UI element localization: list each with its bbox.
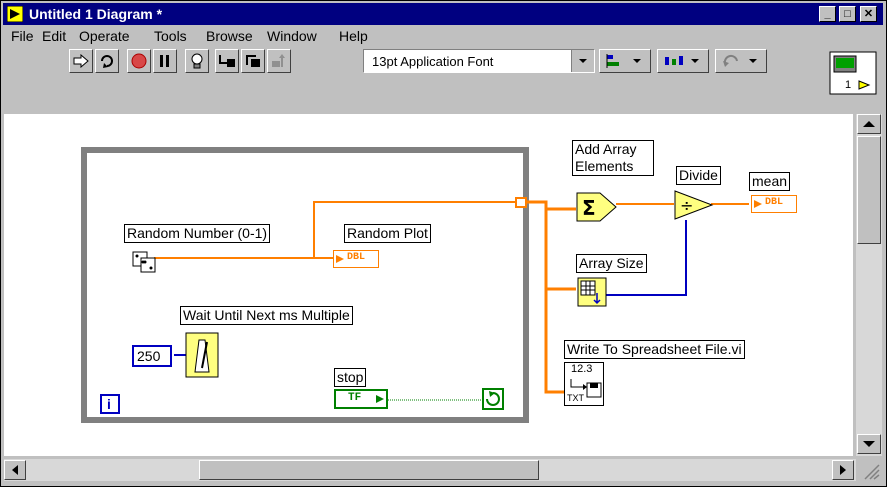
wait-label: Wait Until Next ms Multiple	[180, 306, 353, 325]
maximize-button[interactable]: □	[839, 6, 856, 22]
random-plot-label: Random Plot	[344, 224, 431, 243]
menu-bar: File Edit Operate Tools Browse Window He…	[3, 26, 823, 46]
run-continuously-icon	[101, 55, 113, 68]
random-plot-indicator[interactable]: DBL	[333, 250, 379, 268]
resize-grip-icon[interactable]	[859, 461, 881, 481]
sigma-symbol: Σ	[582, 196, 596, 220]
reorder-button[interactable]	[715, 49, 767, 73]
horizontal-scroll-thumb[interactable]	[199, 460, 539, 480]
vertical-scroll-thumb[interactable]	[857, 136, 881, 244]
scroll-right-button[interactable]	[832, 460, 854, 480]
align-objects-icon	[606, 54, 641, 68]
connector-pane-icon[interactable]: 1	[829, 51, 881, 97]
run-continuously-button[interactable]	[95, 49, 119, 73]
highlight-execution-button[interactable]	[185, 49, 209, 73]
write-format-text: 12.3	[571, 363, 593, 375]
indicator-arrow-icon	[376, 395, 384, 403]
step-over-button[interactable]	[241, 49, 265, 73]
stop-terminal[interactable]: TF	[334, 389, 388, 409]
dice-icon[interactable]	[131, 246, 159, 276]
step-into-button[interactable]	[215, 49, 239, 73]
align-objects-button[interactable]	[599, 49, 651, 73]
menu-tools[interactable]: Tools	[154, 28, 187, 44]
scroll-left-button[interactable]	[4, 460, 26, 480]
stop-type: TF	[348, 392, 362, 404]
mean-label: mean	[749, 172, 791, 191]
menu-window[interactable]: Window	[267, 28, 317, 44]
add-array-label-line1: Add Array	[575, 141, 637, 157]
step-out-icon	[272, 54, 285, 67]
run-arrow-icon	[73, 54, 89, 68]
add-array-label: Add Array Elements	[572, 140, 654, 176]
write-spreadsheet-label: Write To Spreadsheet File.vi	[564, 340, 745, 359]
distribute-objects-icon	[665, 56, 699, 65]
toolbar: 13pt Application Font	[3, 49, 833, 79]
array-size-label: Array Size	[576, 254, 647, 273]
iteration-terminal-label: i	[107, 396, 111, 412]
window-title: Untitled 1 Diagram *	[29, 6, 163, 22]
chevron-down-icon	[571, 50, 594, 72]
vertical-scrollbar[interactable]	[856, 114, 882, 456]
while-loop-border	[81, 147, 529, 423]
pause-button[interactable]	[153, 49, 177, 73]
menu-help[interactable]: Help	[339, 28, 368, 44]
indicator-arrow-icon	[754, 200, 762, 208]
write-spreadsheet-node[interactable]: 12.3 TXT	[564, 362, 604, 406]
add-array-elements-node[interactable]: Σ	[576, 192, 618, 222]
iteration-terminal[interactable]: i	[100, 394, 120, 414]
conditional-terminal[interactable]	[482, 388, 504, 410]
vi-diagram-window: Untitled 1 Diagram * _ □ ✕ File Edit Ope…	[0, 0, 887, 487]
wire-layer	[81, 147, 749, 423]
step-into-icon	[219, 55, 235, 67]
write-txt-text: TXT	[567, 393, 584, 403]
mean-indicator[interactable]: DBL	[751, 195, 797, 213]
abort-icon	[131, 53, 147, 69]
font-selector-value: 13pt Application Font	[372, 54, 494, 69]
divide-label: Divide	[676, 166, 721, 185]
pause-icon	[160, 55, 169, 67]
divide-symbol: ÷	[680, 196, 693, 215]
minimize-button[interactable]: _	[819, 6, 836, 22]
vi-icon	[829, 51, 877, 95]
step-out-button[interactable]	[267, 49, 291, 73]
stop-label: stop	[334, 368, 367, 387]
menu-file[interactable]: File	[11, 28, 34, 44]
mean-type: DBL	[765, 197, 784, 208]
close-button[interactable]: ✕	[860, 6, 877, 22]
step-over-icon	[246, 55, 260, 67]
connector-count: 1	[845, 79, 852, 91]
menu-operate[interactable]: Operate	[79, 28, 130, 44]
vi-diagram-icon	[7, 6, 23, 22]
arrow-left-icon	[12, 465, 18, 475]
run-button[interactable]	[69, 49, 93, 73]
title-bar[interactable]: Untitled 1 Diagram * _ □ ✕	[3, 3, 883, 25]
loop-tunnel	[515, 197, 527, 208]
block-diagram[interactable]: Random Number (0-1) Random Plot DBL Wait…	[4, 114, 853, 456]
menu-browse[interactable]: Browse	[206, 28, 253, 44]
random-number-label: Random Number (0-1)	[124, 224, 271, 243]
add-array-label-line2: Elements	[575, 158, 634, 174]
menu-edit[interactable]: Edit	[42, 28, 66, 44]
abort-button[interactable]	[127, 49, 151, 73]
array-size-node[interactable]	[577, 277, 607, 307]
arrow-right-icon	[840, 465, 846, 475]
reorder-icon	[723, 54, 757, 67]
arrow-down-icon	[863, 441, 875, 447]
scroll-down-button[interactable]	[857, 434, 881, 454]
distribute-objects-button[interactable]	[657, 49, 709, 73]
const-250[interactable]: 250	[132, 345, 172, 367]
metronome-icon[interactable]	[185, 332, 219, 378]
lightbulb-icon	[191, 53, 203, 69]
horizontal-scrollbar[interactable]	[4, 459, 856, 481]
arrow-up-icon	[863, 121, 875, 127]
array-wire	[524, 200, 564, 394]
const-250-value: 250	[137, 348, 161, 364]
font-selector[interactable]: 13pt Application Font	[363, 49, 595, 73]
random-plot-type: DBL	[347, 252, 366, 263]
divide-node[interactable]: ÷	[674, 190, 714, 220]
indicator-arrow-icon	[336, 255, 344, 263]
loop-condition-icon	[486, 391, 500, 406]
scroll-up-button[interactable]	[857, 114, 881, 134]
